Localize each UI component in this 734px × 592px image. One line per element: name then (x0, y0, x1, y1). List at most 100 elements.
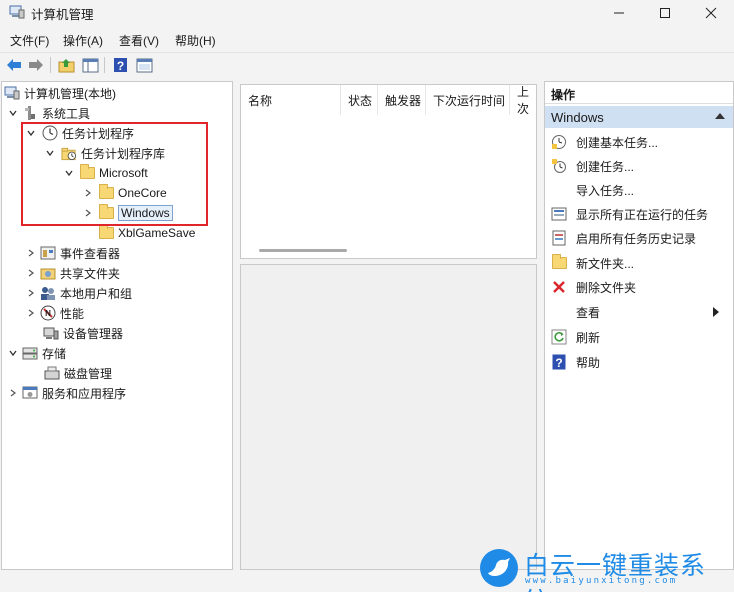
action-import-task[interactable]: 导入任务... (551, 180, 634, 200)
action-label: 创建任务... (576, 159, 635, 174)
tree-label: 事件查看器 (60, 246, 121, 261)
actions-header: 操作 (545, 82, 733, 104)
window-title: 计算机管理 (31, 8, 94, 22)
bird-logo-icon (480, 549, 518, 587)
column-last-run[interactable]: 上次 (510, 85, 538, 115)
tree-item-microsoft[interactable]: Microsoft (63, 163, 148, 183)
tree-item-storage[interactable]: 存储 (7, 343, 66, 363)
horizontal-scrollbar[interactable] (259, 249, 347, 252)
create-task-icon (551, 158, 567, 174)
tree-label: 磁盘管理 (64, 366, 113, 381)
folder-icon (79, 164, 95, 181)
tree-label: XblGameSave (118, 226, 196, 240)
tree-item-onecore[interactable]: OneCore (82, 183, 167, 203)
storage-icon (22, 345, 38, 361)
tree-item-event-viewer[interactable]: 事件查看器 (25, 243, 120, 263)
chevron-down-icon[interactable] (44, 143, 56, 163)
help-icon[interactable]: ? (111, 56, 129, 74)
svg-text:?: ? (116, 59, 123, 73)
column-status[interactable]: 状态 (341, 85, 378, 115)
chevron-right-icon[interactable] (25, 243, 37, 263)
device-manager-icon (43, 325, 59, 341)
disk-management-icon (44, 365, 60, 381)
performance-icon: N (40, 305, 56, 321)
column-name[interactable]: 名称 (241, 85, 341, 115)
delete-icon (551, 279, 567, 295)
folder-icon (98, 224, 114, 241)
actions-section-label: Windows (551, 109, 604, 125)
tree-item-shared-folders[interactable]: 共享文件夹 (25, 263, 120, 283)
tree-item-xblgamesave[interactable]: XblGameSave (98, 223, 195, 243)
chevron-right-icon[interactable] (25, 283, 37, 303)
tree-label: Microsoft (99, 166, 148, 180)
menu-file[interactable]: 文件(F) (10, 32, 49, 49)
action-create-task[interactable]: 创建任务... (551, 156, 634, 176)
action-label: 启用所有任务历史记录 (576, 231, 697, 246)
tree-item-windows[interactable]: Windows (82, 203, 173, 223)
collapse-caret-icon[interactable] (715, 113, 725, 119)
action-label: 查看 (576, 305, 601, 320)
maximize-button[interactable] (642, 0, 688, 26)
shared-folder-icon (40, 265, 56, 281)
menu-help[interactable]: 帮助(H) (175, 32, 216, 49)
minimize-button[interactable] (596, 0, 642, 26)
action-delete-folder[interactable]: 删除文件夹 (551, 277, 636, 297)
chevron-right-icon[interactable] (25, 263, 37, 283)
menu-view[interactable]: 查看(V) (119, 32, 159, 49)
actions-pane: 操作 Windows 创建基本任务... 创建任务... 导入任务... 显示所… (544, 81, 734, 570)
event-viewer-icon (40, 245, 56, 261)
action-enable-task-history[interactable]: 启用所有任务历史记录 (551, 228, 696, 248)
running-tasks-icon (551, 206, 567, 222)
tree-item-task-scheduler-library[interactable]: 任务计划程序库 (44, 143, 165, 163)
tree-item-performance[interactable]: N 性能 (25, 303, 84, 323)
menu-action[interactable]: 操作(A) (63, 32, 103, 49)
computer-management-icon (9, 4, 25, 20)
task-list[interactable]: 名称 状态 触发器 下次运行时间 上次 (240, 84, 537, 259)
chevron-right-icon[interactable] (7, 383, 19, 403)
tree-root[interactable]: 计算机管理(本地) (4, 83, 116, 103)
chevron-right-icon[interactable] (25, 303, 37, 323)
tree-item-services-apps[interactable]: 服务和应用程序 (7, 383, 126, 403)
chevron-right-icon[interactable] (82, 203, 94, 223)
show-hide-tree-icon[interactable] (81, 56, 99, 74)
title-bar: 计算机管理 (0, 0, 734, 26)
action-view[interactable]: 查看 (551, 302, 727, 322)
actions-section-windows[interactable]: Windows (545, 106, 733, 128)
forward-arrow-icon[interactable] (27, 56, 45, 74)
action-refresh[interactable]: 刷新 (551, 327, 600, 347)
tree-label: 系统工具 (42, 106, 91, 121)
action-create-basic-task[interactable]: 创建基本任务... (551, 132, 658, 152)
tree-item-device-manager[interactable]: 设备管理器 (40, 323, 123, 343)
chevron-down-icon[interactable] (7, 103, 19, 123)
action-show-running-tasks[interactable]: 显示所有正在运行的任务 (551, 204, 708, 224)
tree-item-system-tools[interactable]: 系统工具 (7, 103, 90, 123)
help-icon: ? (551, 354, 567, 370)
chevron-down-icon[interactable] (7, 343, 19, 363)
tree-item-local-users-groups[interactable]: 本地用户和组 (25, 283, 132, 303)
chevron-down-icon[interactable] (63, 163, 75, 183)
users-icon (40, 285, 56, 301)
back-arrow-icon[interactable] (5, 56, 23, 74)
column-trigger[interactable]: 触发器 (378, 85, 426, 115)
column-next-run-time[interactable]: 下次运行时间 (426, 85, 510, 115)
tree-item-task-scheduler[interactable]: 任务计划程序 (25, 123, 134, 143)
close-button[interactable] (688, 0, 734, 26)
action-label: 创建基本任务... (576, 135, 659, 150)
blank-icon (551, 304, 567, 320)
menu-bar: 文件(F) 操作(A) 查看(V) 帮助(H) (0, 28, 734, 50)
properties-icon[interactable] (135, 56, 153, 74)
chevron-right-icon[interactable] (82, 183, 94, 203)
action-label: 刷新 (576, 330, 601, 345)
action-label: 显示所有正在运行的任务 (576, 207, 709, 222)
action-help[interactable]: ? 帮助 (551, 352, 600, 372)
tree-label: OneCore (118, 186, 167, 200)
chevron-down-icon[interactable] (25, 123, 37, 143)
submenu-arrow-icon (713, 307, 719, 317)
tree-item-disk-management[interactable]: 磁盘管理 (41, 363, 112, 383)
new-folder-icon (551, 254, 567, 271)
up-folder-icon[interactable] (57, 56, 75, 74)
services-icon (22, 385, 38, 401)
action-label: 帮助 (576, 355, 601, 370)
computer-management-icon (4, 85, 20, 101)
action-new-folder[interactable]: 新文件夹... (551, 253, 634, 273)
